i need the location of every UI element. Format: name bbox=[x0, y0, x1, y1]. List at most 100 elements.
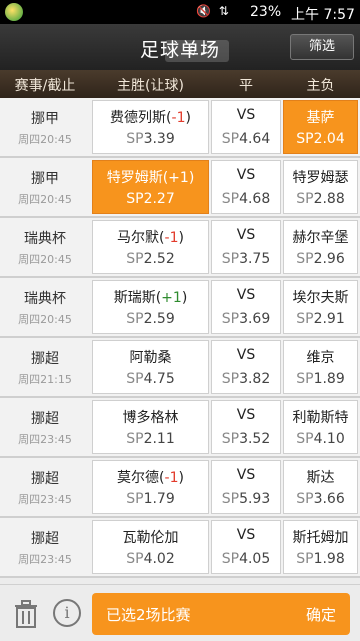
sp-home-value: 2.11 bbox=[143, 431, 175, 447]
league-name: 瑞典杯 bbox=[24, 291, 66, 307]
col-away: 主负 bbox=[306, 78, 335, 94]
league-name: 瑞典杯 bbox=[24, 231, 66, 247]
music-control-icon[interactable]: ♫ ♪ bbox=[165, 40, 229, 62]
vs-label: VS bbox=[236, 287, 256, 303]
home-win-option[interactable]: 瓦勒伦加 SP4.02 bbox=[92, 520, 209, 574]
home-team: 斯瑞斯 bbox=[113, 290, 156, 306]
away-team: 特罗姆瑟 bbox=[292, 170, 349, 186]
away-win-option[interactable]: 特罗姆瑟 SP2.88 bbox=[283, 160, 358, 214]
vs-label: VS bbox=[236, 167, 256, 183]
home-win-option[interactable]: 特罗姆斯(+1) SP2.27 bbox=[92, 160, 209, 214]
home-win-option[interactable]: 莫尔德(-1) SP1.79 bbox=[92, 460, 209, 514]
match-deadline: 周四23:45 bbox=[18, 553, 72, 566]
col-draw: 平 bbox=[239, 78, 253, 94]
away-team: 赫尔辛堡 bbox=[292, 230, 349, 246]
home-win-option[interactable]: 博多格林 SP2.11 bbox=[92, 400, 209, 454]
away-win-option[interactable]: 埃尔夫斯 SP2.91 bbox=[283, 280, 358, 334]
handicap: -1 bbox=[164, 230, 179, 246]
title-bar: 足球单场 ♫ ♪ 筛选 bbox=[0, 24, 360, 70]
home-win-option[interactable]: 马尔默(-1) SP2.52 bbox=[92, 220, 209, 274]
info-icon[interactable]: i bbox=[53, 599, 81, 627]
sp-draw-value: 3.52 bbox=[239, 431, 271, 447]
home-team: 瓦勒伦加 bbox=[122, 530, 179, 546]
status-icons: 🔇 ⇅ bbox=[196, 4, 231, 18]
match-row: 挪超 周四23:45 莫尔德(-1) SP1.79 VS SP5.93 斯达 S… bbox=[0, 458, 360, 518]
league-cell: 挪超 周四23:45 bbox=[0, 398, 90, 456]
league-name: 挪甲 bbox=[31, 111, 59, 127]
draw-option[interactable]: VS SP5.93 bbox=[211, 460, 281, 514]
vs-label: VS bbox=[236, 107, 256, 123]
match-deadline: 周四23:45 bbox=[18, 493, 72, 506]
filter-button[interactable]: 筛选 bbox=[290, 34, 354, 60]
match-deadline: 周四20:45 bbox=[18, 253, 72, 266]
sp-label: SP bbox=[296, 431, 314, 447]
sp-label: SP bbox=[221, 131, 240, 147]
away-win-option[interactable]: 斯达 SP3.66 bbox=[283, 460, 358, 514]
league-name: 挪超 bbox=[31, 351, 59, 367]
draw-option[interactable]: VS SP3.82 bbox=[211, 340, 281, 394]
sp-label: SP bbox=[221, 311, 240, 327]
status-bar: 🔇 ⇅ 23% 上午 7:57 bbox=[0, 0, 360, 24]
sp-home-value: 3.39 bbox=[143, 131, 175, 147]
draw-option[interactable]: VS SP3.75 bbox=[211, 220, 281, 274]
draw-option[interactable]: VS SP4.68 bbox=[211, 160, 281, 214]
trash-icon[interactable] bbox=[12, 599, 40, 629]
league-cell: 挪超 周四21:15 bbox=[0, 338, 90, 396]
selected-count: 已选2场比赛 bbox=[106, 606, 191, 624]
match-row: 挪超 周四21:15 阿勒桑 SP4.75 VS SP3.82 维京 SP1.8… bbox=[0, 338, 360, 398]
away-team: 维京 bbox=[306, 350, 335, 366]
sp-draw-value: 3.75 bbox=[239, 251, 271, 267]
sp-label: SP bbox=[126, 311, 144, 327]
sp-away-value: 3.66 bbox=[313, 491, 345, 507]
home-team: 马尔默 bbox=[117, 230, 160, 246]
sp-label: SP bbox=[126, 371, 144, 387]
sp-home-value: 2.59 bbox=[143, 311, 175, 327]
confirm-button[interactable]: 已选2场比赛 确定 bbox=[92, 593, 350, 635]
sp-label: SP bbox=[296, 491, 314, 507]
league-name: 挪超 bbox=[31, 411, 59, 427]
sp-draw-value: 4.68 bbox=[239, 191, 271, 207]
home-win-option[interactable]: 阿勒桑 SP4.75 bbox=[92, 340, 209, 394]
away-win-option[interactable]: 基萨 SP2.04 bbox=[283, 100, 358, 154]
away-team: 斯托姆加 bbox=[292, 530, 349, 546]
draw-option[interactable]: VS SP3.52 bbox=[211, 400, 281, 454]
sp-home-value: 1.79 bbox=[143, 491, 175, 507]
sp-away-value: 2.88 bbox=[313, 191, 345, 207]
away-team: 利勒斯特 bbox=[292, 410, 349, 426]
clock: 上午 7:57 bbox=[291, 7, 355, 23]
away-win-option[interactable]: 利勒斯特 SP4.10 bbox=[283, 400, 358, 454]
sp-away-value: 2.91 bbox=[313, 311, 345, 327]
vs-label: VS bbox=[236, 467, 256, 483]
sp-label: SP bbox=[126, 491, 144, 507]
draw-option[interactable]: VS SP4.64 bbox=[211, 100, 281, 154]
sp-home-value: 2.27 bbox=[143, 191, 175, 207]
league-name: 挪甲 bbox=[31, 171, 59, 187]
sp-label: SP bbox=[296, 191, 314, 207]
match-row: 挪甲 周四20:45 费德列斯(-1) SP3.39 VS SP4.64 基萨 … bbox=[0, 98, 360, 158]
handicap: -1 bbox=[164, 470, 179, 486]
sp-label: SP bbox=[126, 191, 144, 207]
sp-label: SP bbox=[221, 371, 240, 387]
match-row: 挪超 周四23:45 博多格林 SP2.11 VS SP3.52 利勒斯特 SP… bbox=[0, 398, 360, 458]
home-team: 莫尔德 bbox=[117, 470, 160, 486]
vs-label: VS bbox=[236, 407, 256, 423]
away-team: 基萨 bbox=[306, 110, 335, 126]
away-win-option[interactable]: 维京 SP1.89 bbox=[283, 340, 358, 394]
draw-option[interactable]: VS SP4.05 bbox=[211, 520, 281, 574]
battery-level: 23% bbox=[250, 4, 282, 20]
away-win-option[interactable]: 赫尔辛堡 SP2.96 bbox=[283, 220, 358, 274]
home-win-option[interactable]: 费德列斯(-1) SP3.39 bbox=[92, 100, 209, 154]
vs-label: VS bbox=[236, 227, 256, 243]
handicap: +1 bbox=[161, 290, 182, 306]
home-win-option[interactable]: 斯瑞斯(+1) SP2.59 bbox=[92, 280, 209, 334]
col-home: 主胜(让球) bbox=[117, 78, 184, 94]
confirm-label: 确定 bbox=[305, 606, 336, 624]
away-team: 斯达 bbox=[306, 470, 335, 486]
home-team: 阿勒桑 bbox=[129, 350, 172, 366]
bottom-action-bar: i 已选2场比赛 确定 bbox=[0, 584, 360, 641]
sp-label: SP bbox=[221, 251, 240, 267]
away-win-option[interactable]: 斯托姆加 SP1.98 bbox=[283, 520, 358, 574]
match-row: 挪甲 周四20:45 特罗姆斯(+1) SP2.27 VS SP4.68 特罗姆… bbox=[0, 158, 360, 218]
sp-label: SP bbox=[126, 551, 144, 567]
draw-option[interactable]: VS SP3.69 bbox=[211, 280, 281, 334]
